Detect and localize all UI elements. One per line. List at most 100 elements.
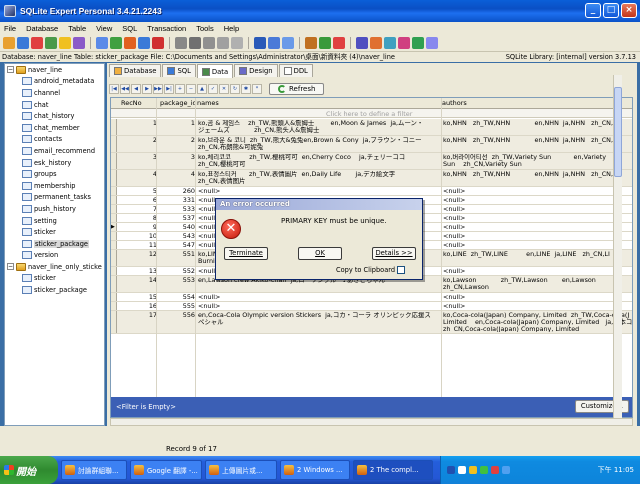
toolbar-button-icon[interactable] — [17, 37, 29, 49]
toolbar-button-icon[interactable] — [268, 37, 280, 49]
toolbar-button-icon[interactable] — [203, 37, 215, 49]
cell-authors[interactable]: <null> — [443, 294, 632, 301]
tree-table-sticker[interactable]: sticker — [5, 226, 104, 238]
toolbar-button-icon[interactable] — [333, 37, 345, 49]
cell-recno[interactable]: 16 — [119, 303, 157, 310]
cell-names[interactable]: <null> — [198, 188, 441, 195]
tray-network-icon[interactable] — [458, 466, 466, 474]
table-row[interactable]: 1 1 ko,곰 & 제임스 zh_TW,熊頭人&詹姆士 en,Moon & Jam… — [111, 119, 632, 136]
tree-table-esk_history[interactable]: esk_history — [5, 157, 104, 169]
taskbar-item[interactable]: 2 The compl... — [353, 460, 433, 480]
nav-button-icon[interactable]: ◀ — [131, 83, 141, 94]
table-row[interactable]: 3 3 ko,체리코코 zh_TW,櫻桃可可 en,Cherry Coco ja,チ… — [111, 153, 632, 170]
start-button[interactable]: 開始 — [0, 456, 58, 484]
toolbar-button-icon[interactable] — [175, 37, 187, 49]
table-row[interactable]: 16 555 <null> <null> — [111, 302, 632, 311]
cell-names[interactable]: <null> — [198, 294, 441, 301]
tree-table-chat_history[interactable]: chat_history — [5, 110, 104, 122]
tab-sql[interactable]: SQL — [162, 64, 196, 77]
current-row-indicator-icon[interactable]: ▶ — [111, 223, 117, 231]
cell-pid[interactable]: 554 — [157, 294, 195, 301]
nav-button-icon[interactable]: + — [175, 83, 185, 94]
cell-pid[interactable]: 551 — [157, 251, 195, 258]
minimize-button[interactable]: _ — [585, 3, 601, 18]
cell-authors[interactable]: ko,버라이어티선 zh_TW,Variety Sun en,Variety S… — [443, 154, 632, 168]
menu-tools[interactable]: Tools — [196, 24, 214, 33]
cell-authors[interactable]: <null> — [443, 206, 632, 213]
toolbar-button-icon[interactable] — [254, 37, 266, 49]
cell-authors[interactable]: ko,NHN zh_TW,NHN en,NHN ja,NHN zh_CN,N — [443, 171, 632, 178]
cell-pid[interactable]: 556 — [157, 312, 195, 319]
row-indicator[interactable] — [111, 302, 117, 310]
row-indicator[interactable] — [111, 136, 117, 152]
menu-file[interactable]: File — [4, 24, 16, 33]
row-indicator[interactable] — [111, 196, 117, 204]
menu-database[interactable]: Database — [26, 24, 58, 33]
toolbar-button-icon[interactable] — [3, 37, 15, 49]
cell-authors[interactable]: ko,NHN zh_TW,NHN en,NHN ja,NHN zh_CN,N — [443, 120, 632, 127]
nav-button-icon[interactable]: ▶ — [142, 83, 152, 94]
nav-button-icon[interactable]: ▲ — [197, 83, 207, 94]
cell-recno[interactable]: 2 — [119, 137, 157, 144]
nav-button-icon[interactable]: ✱ — [241, 83, 251, 94]
cell-pid[interactable]: 553 — [157, 277, 195, 284]
toolbar-button-icon[interactable] — [124, 37, 136, 49]
cell-authors[interactable]: ko,NHN zh_TW,NHN en,NHN ja,NHN zh_CN,N — [443, 137, 632, 144]
nav-button-icon[interactable]: ▶| — [164, 83, 174, 94]
toolbar-button-icon[interactable] — [59, 37, 71, 49]
menu-table[interactable]: Table — [68, 24, 86, 33]
toolbar-button-icon[interactable] — [412, 37, 424, 49]
cell-pid[interactable]: 331 — [157, 197, 195, 204]
row-indicator[interactable] — [111, 205, 117, 213]
tree-table-permanent_tasks[interactable]: permanent_tasks — [5, 192, 104, 204]
close-button[interactable]: × — [621, 3, 637, 18]
refresh-button[interactable]: Refresh — [269, 82, 325, 95]
table-row[interactable]: 2 2 ko,브라운 & 코니 zh_TW,熊大&兔兔en,Brown & Cony… — [111, 136, 632, 153]
tree-table-sticker_package[interactable]: sticker_package — [5, 284, 104, 296]
tree-table-membership[interactable]: membership — [5, 180, 104, 192]
column-header-authors[interactable]: authors — [442, 99, 467, 107]
tray-security-icon[interactable] — [491, 466, 499, 474]
cell-pid[interactable]: 533 — [157, 206, 195, 213]
cell-recno[interactable]: 10 — [119, 233, 157, 240]
cell-names[interactable]: <null> — [198, 303, 441, 310]
taskbar-item[interactable]: Google 翻譯 -... — [130, 460, 202, 480]
row-indicator[interactable] — [111, 214, 117, 222]
toolbar-button-icon[interactable] — [217, 37, 229, 49]
cell-names[interactable]: ko,표정스티커 zh_TW,表情圖片 en,Daily Life ja,デカ絵… — [198, 171, 441, 185]
cell-recno[interactable]: 8 — [119, 215, 157, 222]
cell-pid[interactable]: 4 — [157, 171, 195, 178]
nav-button-icon[interactable]: − — [186, 83, 196, 94]
row-indicator[interactable] — [111, 187, 117, 195]
taskbar-item[interactable]: 上傳圖片或... — [205, 460, 277, 480]
vertical-scrollbar[interactable] — [613, 75, 622, 418]
cell-recno[interactable]: 15 — [119, 294, 157, 301]
row-indicator[interactable] — [111, 276, 117, 292]
checkbox-box[interactable] — [397, 266, 406, 274]
row-indicator[interactable] — [111, 232, 117, 240]
row-indicator[interactable] — [111, 267, 117, 275]
cell-recno[interactable]: 3 — [119, 154, 157, 161]
cell-pid[interactable]: 543 — [157, 233, 195, 240]
cell-names[interactable]: en,Coca-Cola Olympic version Stickers ja… — [198, 312, 441, 326]
cell-recno[interactable]: 14 — [119, 277, 157, 284]
tray-volume-icon[interactable] — [469, 466, 477, 474]
cell-recno[interactable]: 7 — [119, 206, 157, 213]
toolbar-button-icon[interactable] — [152, 37, 164, 49]
database-tree[interactable]: − naver_line android_metadata channel chat ch… — [4, 63, 105, 426]
cell-pid[interactable]: 547 — [157, 242, 195, 249]
tray-messenger-icon[interactable] — [502, 466, 510, 474]
menu-view[interactable]: View — [96, 24, 112, 33]
cell-pid[interactable]: 1 — [157, 120, 195, 127]
cell-authors[interactable]: <null> — [443, 233, 632, 240]
row-indicator[interactable] — [111, 153, 117, 169]
toolbar-button-icon[interactable] — [31, 37, 43, 49]
nav-button-icon[interactable]: ▶▶ — [153, 83, 163, 94]
nav-button-icon[interactable]: ◀◀ — [120, 83, 130, 94]
toolbar-button-icon[interactable] — [45, 37, 57, 49]
cell-pid[interactable]: 3 — [157, 154, 195, 161]
tab-database[interactable]: Database — [109, 64, 162, 77]
menu-sql[interactable]: SQL — [122, 24, 137, 33]
tab-data[interactable]: Data — [196, 64, 234, 78]
cell-names[interactable]: ko,곰 & 제임스 zh_TW,熊頭人&詹姆士 en,Moon & James… — [198, 120, 441, 134]
